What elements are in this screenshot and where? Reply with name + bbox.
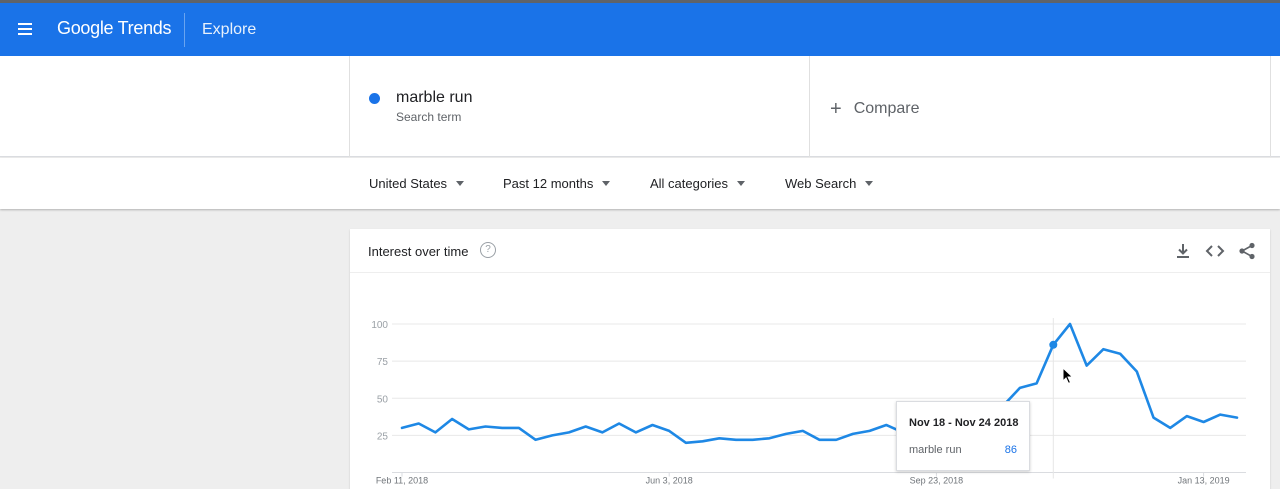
header-divider bbox=[184, 13, 185, 47]
x-tick-label: Jan 13, 2019 bbox=[1178, 476, 1230, 486]
category-dropdown[interactable]: All categories bbox=[650, 176, 746, 191]
property-dropdown[interactable]: Web Search bbox=[785, 176, 874, 191]
chart-grid bbox=[392, 323, 1246, 473]
caret-down-icon bbox=[602, 181, 611, 186]
card-title: Interest over time bbox=[368, 244, 469, 259]
y-tick-label: 100 bbox=[371, 320, 388, 331]
menu-icon[interactable] bbox=[14, 17, 38, 41]
download-icon[interactable] bbox=[1173, 241, 1193, 261]
card-header: Interest over time ? bbox=[350, 229, 1270, 273]
highlight-point bbox=[1049, 340, 1058, 349]
compare-label: Compare bbox=[853, 100, 920, 117]
x-tick-label: Sep 23, 2018 bbox=[910, 476, 964, 486]
property-label: Web Search bbox=[785, 176, 857, 191]
y-tick-label: 25 bbox=[377, 431, 389, 442]
interest-over-time-card: Interest over time ? 25 50 75 100 Feb 11, 2… bbox=[350, 229, 1270, 489]
caret-down-icon bbox=[456, 181, 465, 186]
plus-icon: + bbox=[830, 98, 842, 120]
tooltip-date: Nov 18 - Nov 24 2018 bbox=[909, 417, 1019, 429]
edge-divider bbox=[1270, 56, 1271, 157]
series-line-marble-run bbox=[400, 322, 1239, 445]
x-tick-label: Jun 3, 2018 bbox=[646, 476, 693, 486]
term-divider bbox=[349, 56, 350, 157]
search-term-type: Search term bbox=[396, 110, 462, 124]
period-dropdown[interactable]: Past 12 months bbox=[503, 176, 611, 191]
chart-tooltip: Nov 18 - Nov 24 2018 marble run 86 bbox=[896, 401, 1030, 471]
term-color-dot bbox=[369, 93, 380, 104]
compare-button[interactable]: + Compare bbox=[830, 98, 920, 121]
app-bar: Google Trends Explore bbox=[0, 0, 1280, 56]
mouse-cursor-icon bbox=[1062, 367, 1074, 385]
caret-down-icon bbox=[865, 181, 874, 186]
embed-icon[interactable] bbox=[1205, 241, 1225, 261]
x-tick-label: Feb 11, 2018 bbox=[376, 476, 428, 486]
caret-down-icon bbox=[737, 181, 746, 186]
period-label: Past 12 months bbox=[503, 176, 594, 191]
logo-trends: Trends bbox=[117, 18, 172, 38]
chart-series bbox=[400, 322, 1239, 445]
help-icon[interactable]: ? bbox=[480, 242, 496, 258]
region-dropdown[interactable]: United States bbox=[369, 176, 465, 191]
y-axis-ticks: 25 50 75 100 bbox=[371, 320, 388, 442]
section-title: Explore bbox=[202, 21, 257, 38]
category-label: All categories bbox=[650, 176, 729, 191]
logo-google: Google bbox=[57, 18, 114, 38]
search-term-bar: marble run Search term + Compare bbox=[0, 56, 1280, 157]
search-term-name[interactable]: marble run bbox=[396, 89, 472, 107]
tooltip-term: marble run bbox=[909, 444, 962, 456]
filter-bar: United States Past 12 months All categor… bbox=[0, 158, 1280, 209]
interest-line-chart[interactable]: 25 50 75 100 Feb 11, 2018 Jun 3, 2018 Sep 23,… bbox=[350, 273, 1270, 489]
region-label: United States bbox=[369, 176, 448, 191]
x-axis-ticks: Feb 11, 2018 Jun 3, 2018 Sep 23, 2018 Jan 1… bbox=[376, 472, 1230, 486]
y-tick-label: 50 bbox=[377, 394, 389, 405]
y-tick-label: 75 bbox=[377, 357, 389, 368]
compare-divider bbox=[809, 56, 810, 157]
share-icon[interactable] bbox=[1237, 241, 1257, 261]
google-trends-logo[interactable]: Google Trends bbox=[57, 18, 172, 39]
tooltip-value: 86 bbox=[1004, 444, 1017, 456]
